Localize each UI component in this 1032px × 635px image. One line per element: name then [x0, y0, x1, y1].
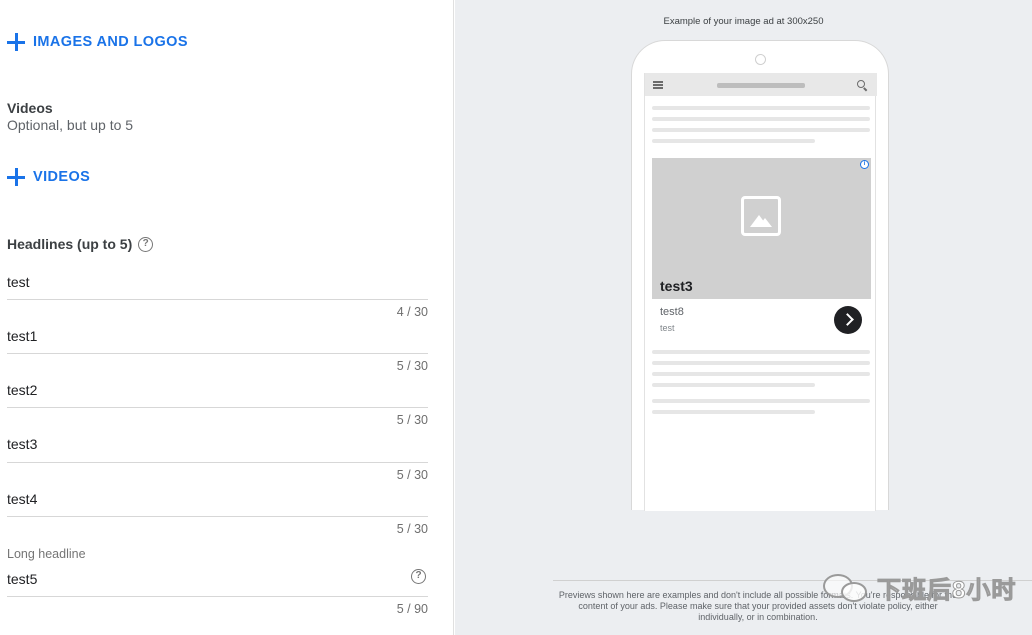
preview-caption: Example of your image ad at 300x250 [663, 16, 824, 27]
content-placeholder-line [652, 139, 815, 143]
content-placeholder-line [652, 383, 815, 387]
ad-business-name: test [660, 323, 675, 333]
long-headline-input[interactable]: test5 [7, 571, 37, 591]
headline-field-2[interactable]: test1 5 / 30 [7, 328, 428, 373]
field-underline [7, 299, 428, 300]
headline-input-4[interactable]: test3 [7, 436, 428, 456]
character-counter: 5 / 30 [396, 468, 428, 482]
content-placeholder-line [652, 361, 870, 365]
headline-input-3[interactable]: test2 [7, 382, 428, 402]
content-placeholder-line [652, 410, 815, 414]
headline-input-1[interactable]: test [7, 274, 428, 294]
image-ad-preview[interactable]: i test3 test8 test [652, 158, 871, 334]
content-placeholder-line [652, 117, 870, 121]
plus-icon [7, 33, 25, 51]
field-underline [7, 462, 428, 463]
field-underline [7, 516, 428, 517]
ad-headline: test3 [660, 278, 693, 294]
content-placeholder-line [652, 399, 870, 403]
ad-preview-panel: Example of your image ad at 300x250 i te… [455, 0, 1032, 635]
url-bar-placeholder [717, 83, 805, 88]
character-counter: 4 / 30 [396, 305, 428, 319]
add-videos-label: VIDEOS [33, 169, 91, 185]
plus-icon [7, 168, 25, 186]
help-icon[interactable]: ? [138, 236, 154, 252]
videos-title: Videos [7, 100, 53, 116]
field-underline [7, 596, 428, 597]
phone-mockup: i test3 test8 test [631, 40, 889, 511]
character-counter: 5 / 30 [396, 522, 428, 536]
long-headline-label: Long headline [7, 547, 86, 561]
chevron-right-icon[interactable] [834, 306, 862, 334]
add-videos-button[interactable]: VIDEOS [7, 168, 90, 186]
phone-speaker [755, 54, 766, 65]
add-images-and-logos-button[interactable]: IMAGES AND LOGOS [7, 33, 188, 51]
headline-field-3[interactable]: test2 5 / 30 [7, 382, 428, 427]
watermark: 下班后8小时 [823, 570, 1016, 605]
help-icon[interactable]: ? [411, 569, 426, 584]
content-placeholder-line [652, 372, 870, 376]
headlines-title: Headlines (up to 5) [7, 236, 133, 252]
phone-screen: i test3 test8 test [644, 73, 877, 511]
content-placeholder-line [652, 350, 870, 354]
watermark-text: 下班后8小时 [876, 577, 1017, 605]
headline-field-1[interactable]: test 4 / 30 [7, 274, 428, 319]
wechat-icon [823, 572, 871, 604]
field-underline [7, 407, 428, 408]
headline-field-4[interactable]: test3 5 / 30 [7, 436, 428, 482]
search-icon [857, 80, 867, 90]
character-counter: 5 / 90 [396, 602, 428, 616]
character-counter: 5 / 30 [396, 359, 428, 373]
headline-input-2[interactable]: test1 [7, 328, 428, 348]
add-images-and-logos-label: IMAGES AND LOGOS [33, 34, 188, 50]
ad-description: test8 [660, 306, 684, 318]
headlines-title-row: Headlines (up to 5) ? [7, 236, 154, 252]
headline-input-5[interactable]: test4 [7, 491, 428, 511]
ad-form-panel: IMAGES AND LOGOS Videos Optional, but up… [0, 0, 454, 635]
menu-icon [653, 81, 663, 89]
browser-topbar [645, 73, 877, 96]
image-placeholder-icon [741, 196, 781, 236]
content-placeholder-line [652, 128, 870, 132]
headline-field-5[interactable]: test4 5 / 30 [7, 491, 428, 536]
adchoices-icon[interactable]: i [860, 160, 869, 169]
field-underline [7, 353, 428, 354]
videos-subtitle: Optional, but up to 5 [7, 117, 134, 133]
content-placeholder-line [652, 106, 870, 110]
character-counter: 5 / 30 [396, 413, 428, 427]
